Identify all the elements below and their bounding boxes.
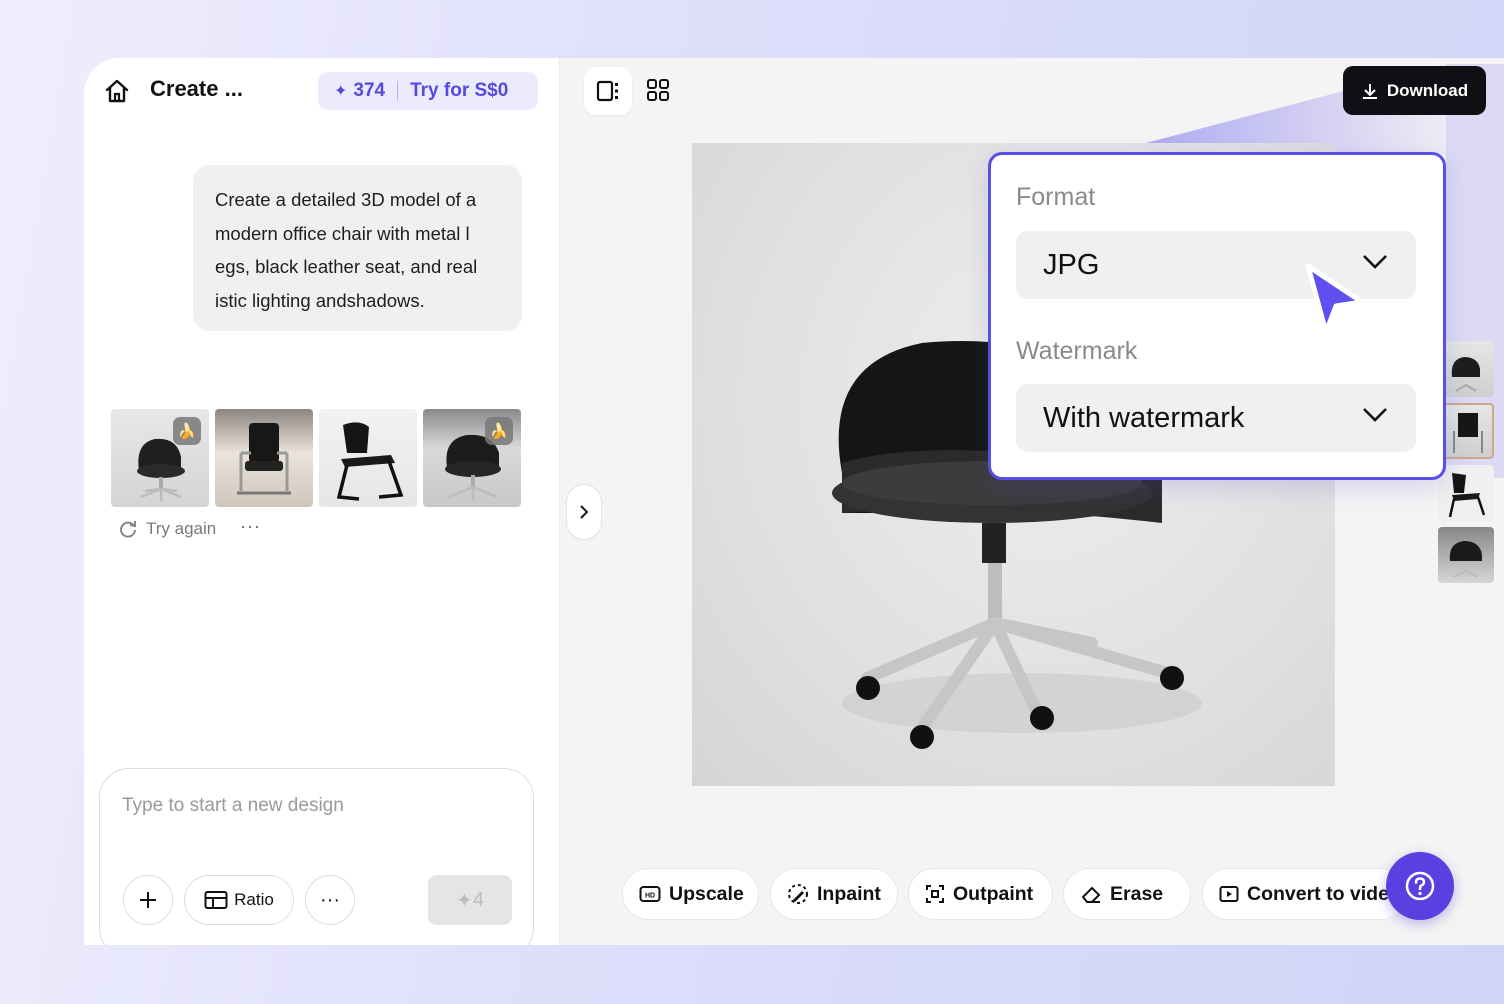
- add-button[interactable]: [123, 875, 173, 925]
- export-settings-popup: Format JPG Watermark With watermark: [988, 152, 1446, 480]
- app-window: Create ... ✦ 374 Try for S$0 Create a de…: [84, 58, 1504, 945]
- chair-image: [1448, 473, 1486, 518]
- expand-panel-button[interactable]: [566, 484, 602, 540]
- more-options-button[interactable]: ···: [305, 875, 355, 925]
- outpaint-button[interactable]: Outpaint: [908, 868, 1053, 920]
- divider: [397, 81, 399, 101]
- grid-view-button[interactable]: [646, 78, 670, 107]
- composer: Ratio ··· ✦ 4: [99, 768, 534, 945]
- trial-link[interactable]: Try for S$0: [410, 80, 508, 102]
- page-title: Create ...: [150, 76, 243, 101]
- watermark-label: Watermark: [1016, 337, 1138, 365]
- result-thumbnail[interactable]: [215, 409, 313, 507]
- chair-image: [1453, 413, 1483, 453]
- prompt-line: modern office chair with metal l: [215, 222, 470, 244]
- chair-image: [1449, 541, 1482, 578]
- generate-cost: 4: [472, 888, 484, 911]
- banana-badge-icon: 🍌: [485, 417, 513, 445]
- outpaint-icon: [926, 885, 944, 903]
- variant-thumbnail[interactable]: [1438, 341, 1494, 397]
- watermark-value: With watermark: [1043, 401, 1245, 434]
- inpaint-label: Inpaint: [817, 882, 881, 905]
- result-thumbnail[interactable]: [319, 409, 417, 507]
- format-label: Format: [1016, 183, 1096, 211]
- erase-button[interactable]: Erase: [1063, 868, 1191, 920]
- ratio-label: Ratio: [234, 890, 274, 909]
- sparkle-icon: ✦: [456, 889, 473, 912]
- more-icon[interactable]: ···: [240, 516, 261, 537]
- try-again-label: Try again: [146, 519, 217, 538]
- hd-icon: HD: [639, 886, 661, 902]
- prompt-line: Create a detailed 3D model of a: [215, 189, 477, 210]
- cursor-icon: [1305, 263, 1365, 335]
- variant-thumbnail[interactable]: [1438, 527, 1494, 583]
- help-button[interactable]: [1386, 852, 1454, 920]
- sparkle-icon: ✦: [334, 83, 348, 100]
- erase-label: Erase: [1110, 882, 1164, 905]
- variant-thumbnail[interactable]: [1438, 465, 1494, 521]
- variant-strip: [1438, 341, 1494, 583]
- credits-count: 374: [353, 80, 386, 101]
- try-again-button[interactable]: Try again: [118, 519, 216, 539]
- download-label: Download: [1386, 80, 1469, 100]
- inpaint-icon: [788, 884, 808, 904]
- chevron-right-icon: [580, 505, 589, 519]
- prompt-line: istic lighting andshadows.: [215, 289, 425, 311]
- chair-image: [336, 422, 404, 501]
- refresh-icon: [120, 521, 136, 538]
- single-view-icon: [596, 80, 618, 102]
- result-thumbnail[interactable]: 🍌: [111, 409, 209, 507]
- inpaint-button[interactable]: Inpaint: [770, 868, 898, 920]
- video-icon: [1219, 886, 1239, 902]
- result-thumbnail[interactable]: 🍌: [423, 409, 521, 507]
- home-icon[interactable]: [104, 78, 130, 104]
- prompt-input[interactable]: [122, 795, 502, 817]
- eraser-icon: [1081, 886, 1101, 903]
- watermark-select[interactable]: With watermark: [1016, 384, 1416, 452]
- variant-thumbnail[interactable]: [1438, 403, 1494, 459]
- ratio-icon: [204, 891, 228, 909]
- generate-button[interactable]: ✦ 4: [428, 875, 512, 925]
- banana-badge-icon: 🍌: [173, 417, 201, 445]
- outpaint-label: Outpaint: [953, 882, 1034, 905]
- help-icon: [1405, 871, 1435, 901]
- prompt-line: egs, black leather seat, and real: [215, 256, 478, 277]
- grid-view-icon: [647, 79, 669, 101]
- chevron-down-icon: [1363, 408, 1387, 422]
- more-icon: ···: [320, 888, 340, 911]
- ratio-button[interactable]: Ratio: [184, 875, 294, 925]
- credits-badge[interactable]: ✦ 374 Try for S$0: [318, 72, 538, 110]
- result-thumbnails: 🍌 🍌: [111, 409, 521, 507]
- single-view-button[interactable]: [584, 67, 632, 115]
- upscale-label: Upscale: [669, 882, 744, 905]
- chair-image: [237, 423, 291, 495]
- format-value: JPG: [1043, 248, 1100, 281]
- download-icon: [1362, 83, 1377, 99]
- download-button[interactable]: Download: [1343, 66, 1486, 115]
- convert-label: Convert to video: [1247, 882, 1401, 905]
- prompt-bubble: Create a detailed 3D model of a modern o…: [193, 165, 522, 331]
- chat-panel: Create ... ✦ 374 Try for S$0 Create a de…: [84, 58, 560, 945]
- svg-text:HD: HD: [645, 893, 655, 900]
- plus-icon: [140, 892, 156, 908]
- chair-image: [1451, 357, 1480, 392]
- convert-to-video-button[interactable]: Convert to video: [1202, 868, 1407, 920]
- upscale-button[interactable]: HD Upscale: [622, 868, 759, 920]
